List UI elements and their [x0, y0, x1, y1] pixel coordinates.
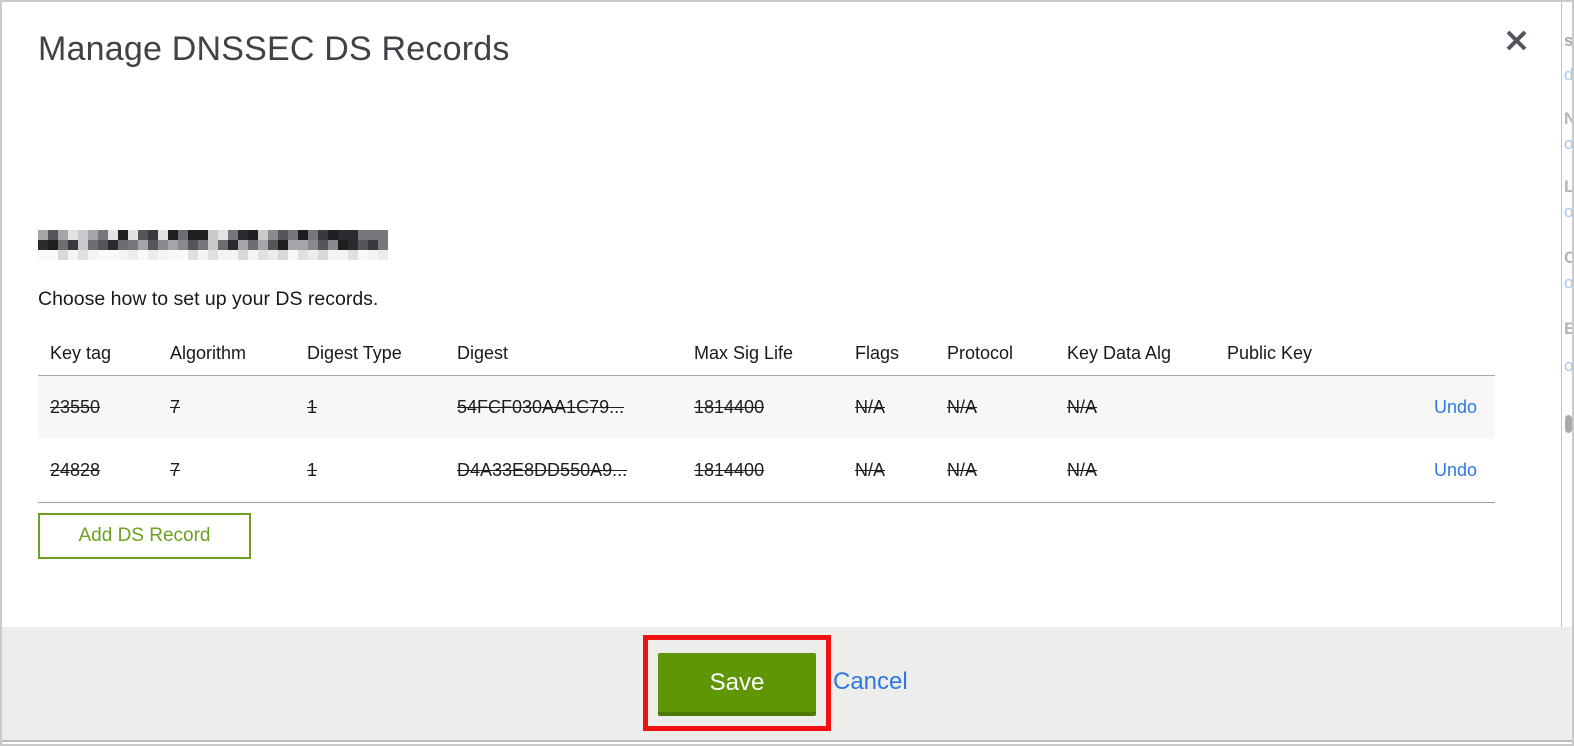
close-icon [1505, 29, 1528, 55]
ds-records-table: Key tag Algorithm Digest Type Digest Max… [38, 332, 1495, 503]
table-header-row: Key tag Algorithm Digest Type Digest Max… [38, 332, 1495, 376]
cancel-link[interactable]: Cancel [833, 668, 908, 696]
table-row: 24828 7 1 D4A33E8DD550A9... 1814400 N/A … [38, 439, 1495, 503]
cell-max-sig-life: 1814400 [694, 397, 765, 417]
column-header-digest: Digest [457, 343, 509, 363]
column-header-flags: Flags [855, 343, 900, 363]
cell-algorithm: 7 [170, 460, 181, 480]
cell-flags: N/A [855, 460, 886, 480]
background-page-sliver: sdNoLoCoEo [1561, 2, 1572, 627]
cell-protocol: N/A [947, 460, 978, 480]
background-scrollbar-thumb [1565, 415, 1572, 433]
cell-digest: 54FCF030AA1C79... [457, 397, 625, 417]
cell-digest-type: 1 [307, 397, 318, 417]
cell-digest-type: 1 [307, 460, 318, 480]
cell-key-tag: 23550 [50, 397, 101, 417]
column-header-key-data-alg: Key Data Alg [1067, 343, 1172, 363]
column-header-public-key: Public Key [1227, 343, 1313, 363]
cell-flags: N/A [855, 397, 886, 417]
undo-link[interactable]: Undo [1434, 397, 1477, 417]
column-header-digest-type: Digest Type [307, 343, 402, 363]
instruction-text: Choose how to set up your DS records. [38, 288, 379, 310]
save-button[interactable]: Save [658, 653, 816, 716]
column-header-max-sig-life: Max Sig Life [694, 343, 794, 363]
cell-algorithm: 7 [170, 397, 181, 417]
page-title: Manage DNSSEC DS Records [38, 30, 510, 68]
cell-key-data-alg: N/A [1067, 397, 1098, 417]
close-button[interactable] [1496, 22, 1536, 62]
cell-max-sig-life: 1814400 [694, 460, 765, 480]
column-header-key-tag: Key tag [50, 343, 112, 363]
manage-dnssec-modal: Manage DNSSEC DS Records Choose how to s… [0, 0, 1574, 746]
table-row: 23550 7 1 54FCF030AA1C79... 1814400 N/A … [38, 376, 1495, 439]
column-header-algorithm: Algorithm [170, 343, 247, 363]
undo-link[interactable]: Undo [1434, 460, 1477, 480]
cell-key-data-alg: N/A [1067, 460, 1098, 480]
domain-name-redacted [38, 230, 388, 260]
add-ds-record-button[interactable]: Add DS Record [38, 513, 251, 559]
cell-protocol: N/A [947, 397, 978, 417]
cell-key-tag: 24828 [50, 460, 101, 480]
cell-digest: D4A33E8DD550A9... [457, 460, 628, 480]
column-header-protocol: Protocol [947, 343, 1014, 363]
